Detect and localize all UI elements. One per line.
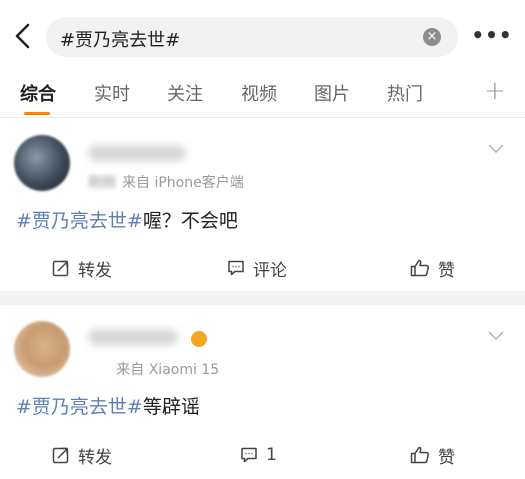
like-label: 赞 bbox=[438, 447, 455, 468]
like-label: 赞 bbox=[438, 260, 455, 281]
post-content: #贾乃亮去世#等辟谣 bbox=[16, 392, 200, 419]
search-query-text: #贾乃亮去世# bbox=[60, 30, 181, 51]
like-button[interactable]: 赞 bbox=[410, 437, 455, 473]
comment-label: 评论 bbox=[253, 260, 287, 281]
search-header: #贾乃亮去世# × ••• bbox=[0, 0, 525, 70]
repost-icon bbox=[52, 447, 69, 464]
post-text: 等辟谣 bbox=[142, 396, 200, 418]
more-options-button[interactable]: ••• bbox=[470, 22, 514, 48]
username-blurred[interactable] bbox=[88, 145, 186, 161]
tab-realtime[interactable]: 实时 bbox=[94, 80, 130, 106]
avatar[interactable] bbox=[14, 135, 70, 191]
username-blurred[interactable] bbox=[88, 329, 178, 345]
post-meta: 来自 Xiaomi 15 bbox=[88, 359, 219, 379]
emoji-badge-icon bbox=[191, 331, 207, 347]
post-time: 刚刚 bbox=[88, 175, 116, 191]
tab-images[interactable]: 图片 bbox=[314, 80, 350, 106]
thumbs-up-icon bbox=[410, 259, 430, 277]
post-meta: 刚刚 来自 iPhone客户端 bbox=[88, 172, 244, 192]
comment-icon bbox=[241, 447, 257, 463]
chevron-down-icon[interactable] bbox=[488, 144, 504, 154]
repost-button[interactable]: 转发 bbox=[52, 437, 112, 473]
thumbs-up-icon bbox=[410, 446, 430, 464]
repost-label: 转发 bbox=[78, 260, 112, 281]
repost-button[interactable]: 转发 bbox=[52, 250, 112, 286]
repost-icon bbox=[52, 260, 69, 277]
post-actions: 转发 1 赞 bbox=[0, 437, 525, 473]
post-text: 喔？不会吧 bbox=[142, 210, 238, 232]
add-tab-button[interactable]: + bbox=[484, 76, 506, 106]
comment-icon bbox=[228, 260, 244, 276]
post-source: 来自 Xiaomi 15 bbox=[116, 362, 220, 378]
tab-video[interactable]: 视频 bbox=[241, 80, 277, 106]
comment-button[interactable]: 评论 bbox=[227, 250, 287, 286]
post-actions: 转发 评论 赞 bbox=[0, 250, 525, 286]
hashtag-link[interactable]: #贾乃亮去世# bbox=[16, 210, 143, 232]
search-tabs: 综合 实时 关注 视频 图片 热门 + bbox=[0, 70, 525, 118]
comment-count: 1 bbox=[266, 445, 277, 465]
tab-following[interactable]: 关注 bbox=[167, 80, 203, 106]
post-card[interactable]: 刚刚 来自 iPhone客户端 #贾乃亮去世#喔？不会吧 转发 评论 赞 bbox=[0, 119, 525, 291]
clear-search-button[interactable]: × bbox=[423, 28, 441, 46]
tab-comprehensive[interactable]: 综合 bbox=[20, 80, 56, 106]
repost-label: 转发 bbox=[78, 447, 112, 468]
post-card[interactable]: 来自 Xiaomi 15 #贾乃亮去世#等辟谣 转发 1 赞 bbox=[0, 305, 525, 479]
like-button[interactable]: 赞 bbox=[410, 250, 455, 286]
search-input[interactable]: #贾乃亮去世# × bbox=[46, 17, 458, 57]
tab-hot[interactable]: 热门 bbox=[387, 80, 423, 106]
chevron-left-icon bbox=[15, 23, 30, 49]
active-tab-indicator bbox=[24, 112, 50, 115]
avatar[interactable] bbox=[14, 321, 70, 377]
back-button[interactable] bbox=[8, 20, 38, 52]
post-source: 来自 iPhone客户端 bbox=[122, 175, 244, 191]
post-content: #贾乃亮去世#喔？不会吧 bbox=[16, 206, 238, 233]
hashtag-link[interactable]: #贾乃亮去世# bbox=[16, 396, 143, 418]
comment-button[interactable]: 1 bbox=[240, 437, 277, 473]
post-time-blurred bbox=[88, 362, 110, 378]
chevron-down-icon[interactable] bbox=[488, 331, 504, 341]
close-icon: × bbox=[426, 29, 438, 44]
post-divider bbox=[0, 291, 525, 305]
